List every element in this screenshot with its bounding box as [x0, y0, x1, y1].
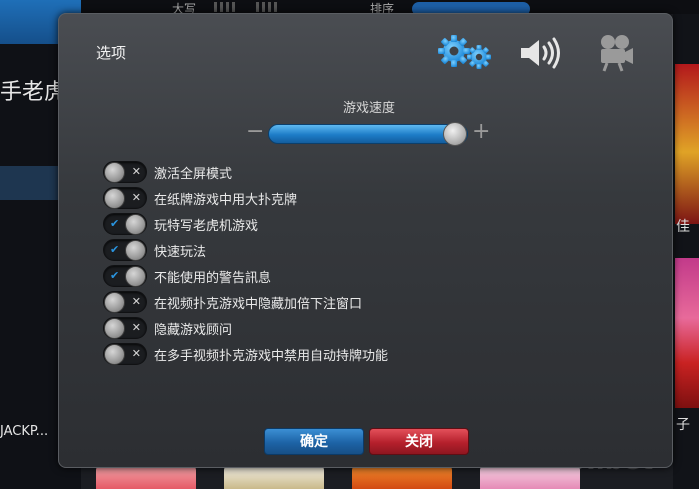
- option-toggle[interactable]: ✕: [103, 317, 147, 339]
- checkmark-icon: ✔: [110, 217, 120, 230]
- checkmark-icon: ✔: [110, 243, 120, 256]
- toggle-knob: [104, 318, 125, 339]
- option-row: ✔ 玩特写老虎机游戏: [103, 211, 388, 237]
- option-toggle[interactable]: ✕: [103, 187, 147, 209]
- x-icon: ✕: [131, 321, 141, 334]
- option-label: 在视频扑克游戏中隐藏加倍下注窗口: [154, 296, 363, 312]
- background-title-fragment: 手老虎: [0, 80, 67, 105]
- toggle-knob: [104, 188, 125, 209]
- speaker-icon: [521, 37, 560, 69]
- background-right-text: 佳: [676, 219, 690, 235]
- tab-sound[interactable]: [517, 32, 563, 74]
- option-row: ✕ 在视频扑克游戏中隐藏加倍下注窗口: [103, 289, 388, 315]
- option-label: 不能使用的警告訊息: [154, 270, 272, 286]
- option-toggle[interactable]: ✔: [103, 239, 147, 261]
- speed-slider-track[interactable]: [268, 124, 468, 144]
- tab-video[interactable]: [591, 32, 641, 74]
- option-label: 在多手视频扑克游戏中禁用自动持牌功能: [154, 348, 389, 364]
- background-list-icon: [214, 2, 238, 12]
- x-icon: ✕: [131, 191, 141, 204]
- close-button[interactable]: 关闭: [369, 428, 469, 455]
- toggle-knob: [125, 214, 146, 235]
- background-top-bar: [0, 0, 699, 14]
- option-row: ✕ 在纸牌游戏中用大扑克牌: [103, 185, 388, 211]
- toggle-knob: [125, 266, 146, 287]
- option-row: ✕ 激活全屏模式: [103, 159, 388, 185]
- option-toggle[interactable]: ✕: [103, 343, 147, 365]
- option-label: 隐藏游戏顾问: [154, 322, 233, 338]
- toggle-knob: [125, 240, 146, 261]
- speed-decrease-button[interactable]: −: [246, 120, 264, 144]
- option-row: ✕ 隐藏游戏顾问: [103, 315, 388, 341]
- option-label: 激活全屏模式: [154, 166, 233, 182]
- option-toggle[interactable]: ✔: [103, 213, 147, 235]
- option-row: ✔ 不能使用的警告訊息: [103, 263, 388, 289]
- background-game-tile: [96, 466, 196, 489]
- background-jackpot-label: JACKP...: [0, 424, 49, 439]
- ok-button[interactable]: 确定: [264, 428, 364, 455]
- option-toggle[interactable]: ✔: [103, 265, 147, 287]
- background-game-tile: [675, 64, 699, 224]
- dialog-title: 选项: [96, 44, 127, 62]
- gears-icon: [438, 35, 491, 69]
- background-game-tile: [480, 466, 580, 489]
- option-label: 玩特写老虎机游戏: [154, 218, 259, 234]
- toggle-knob: [104, 162, 125, 183]
- speed-slider-handle[interactable]: [442, 122, 467, 146]
- option-toggle[interactable]: ✕: [103, 161, 147, 183]
- background-game-tile: [675, 258, 699, 408]
- tab-settings[interactable]: [435, 32, 495, 74]
- game-speed-label: 游戏速度: [342, 101, 395, 116]
- checkmark-icon: ✔: [110, 269, 120, 282]
- speed-increase-button[interactable]: +: [472, 120, 490, 144]
- x-icon: ✕: [131, 347, 141, 360]
- option-label: 在纸牌游戏中用大扑克牌: [154, 192, 298, 208]
- option-row: ✔ 快速玩法: [103, 237, 388, 263]
- options-dialog: 选项 游戏速度 − + ✕ 激活全屏模式 ✕ 在纸牌游戏中用大扑克牌 ✔ 玩特写…: [58, 13, 673, 468]
- movie-camera-icon: [601, 35, 633, 72]
- x-icon: ✕: [131, 165, 141, 178]
- toggle-knob: [104, 292, 125, 313]
- options-list: ✕ 激活全屏模式 ✕ 在纸牌游戏中用大扑克牌 ✔ 玩特写老虎机游戏 ✔ 快速玩法 ✔ 不能使用的警…: [103, 159, 388, 367]
- background-game-tile: [352, 466, 452, 489]
- x-icon: ✕: [131, 295, 141, 308]
- background-right-text: 子: [676, 417, 690, 433]
- option-label: 快速玩法: [154, 244, 207, 260]
- option-toggle[interactable]: ✕: [103, 291, 147, 313]
- toggle-knob: [104, 344, 125, 365]
- option-row: ✕ 在多手视频扑克游戏中禁用自动持牌功能: [103, 341, 388, 367]
- background-grid-icon: [256, 2, 280, 12]
- background-game-tile: [224, 466, 324, 489]
